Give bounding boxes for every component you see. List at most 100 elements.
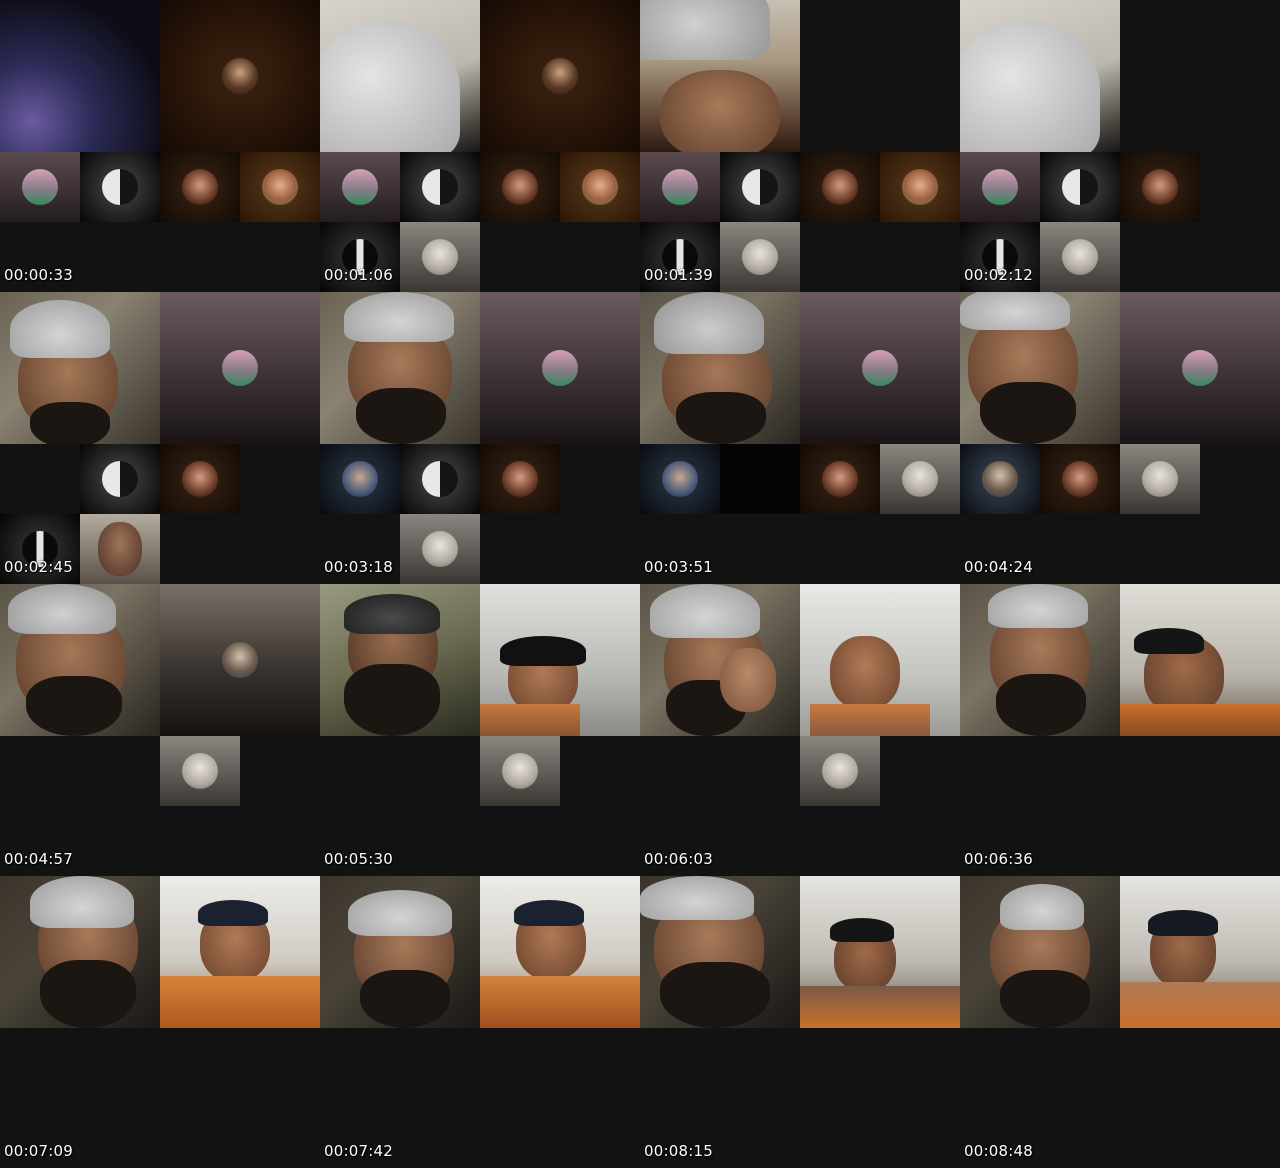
participant-tile (960, 152, 1040, 222)
frame-thumbnail[interactable]: 00:00:33 (0, 0, 320, 292)
beard (996, 674, 1086, 736)
frame-thumbnail[interactable]: 00:04:24 (960, 292, 1280, 584)
main-video-feed (960, 584, 1120, 736)
participant-tile (720, 444, 800, 514)
main-video-feed (320, 292, 480, 444)
gray-cap (640, 876, 754, 920)
participant-video-tile (480, 292, 640, 444)
beard (30, 402, 110, 444)
beard (356, 388, 446, 444)
frame-thumbnail[interactable]: 00:01:39 (640, 0, 960, 292)
frame-thumbnail[interactable]: 00:04:57 (0, 584, 320, 876)
frame-thumbnail[interactable]: 00:01:06 (320, 0, 640, 292)
participant-avatar (902, 169, 938, 205)
participant-avatar (222, 58, 258, 94)
frame-timestamp: 00:04:24 (964, 558, 1033, 576)
frame-timestamp: 00:06:36 (964, 850, 1033, 868)
main-video-feed (0, 0, 160, 152)
video-contact-sheet: 00:00:33 00:01:06 00:01:39 00:02:12 00:0… (0, 0, 1280, 1168)
participant-video-small (80, 514, 160, 584)
shirt (480, 976, 640, 1028)
participant-tile (1040, 444, 1120, 514)
participant-tile (800, 736, 880, 806)
frame-timestamp: 00:01:06 (324, 266, 393, 284)
shirt (1120, 704, 1280, 736)
participant-video-tile (160, 0, 320, 152)
frame-thumbnail[interactable]: 00:08:15 (640, 876, 960, 1168)
participant-video-tile (800, 0, 960, 152)
participant-avatar (742, 239, 778, 275)
participant-video-tile (480, 0, 640, 152)
gray-cap (960, 292, 1070, 330)
participant-avatar (422, 169, 458, 205)
main-video-feed (320, 0, 480, 152)
participant-tile (80, 152, 160, 222)
frame-thumbnail[interactable]: 00:02:45 (0, 292, 320, 584)
frame-thumbnail[interactable]: 00:06:03 (640, 584, 960, 876)
participant-tile (640, 444, 720, 514)
main-video-feed (960, 876, 1120, 1028)
main-video-feed (0, 292, 160, 444)
main-video-feed (0, 876, 160, 1028)
frame-timestamp: 00:08:15 (644, 1142, 713, 1160)
frame-timestamp: 00:08:48 (964, 1142, 1033, 1160)
participant-avatar (502, 461, 538, 497)
participant-avatar (222, 350, 258, 386)
beard (360, 970, 450, 1028)
frame-thumbnail[interactable]: 00:08:48 (960, 876, 1280, 1168)
participant-avatar (1062, 461, 1098, 497)
gray-cap (1000, 884, 1084, 930)
gray-cap (348, 890, 452, 936)
participant-avatar (182, 461, 218, 497)
participant-avatar (542, 58, 578, 94)
participant-tile (960, 444, 1040, 514)
participant-avatar (262, 169, 298, 205)
beard (344, 664, 440, 736)
participant-avatar (822, 169, 858, 205)
dark-cap (514, 900, 584, 926)
participant-video-tile (1120, 876, 1280, 1028)
frame-thumbnail[interactable]: 00:03:18 (320, 292, 640, 584)
gray-cap (654, 292, 764, 354)
participant-video-tile (800, 292, 960, 444)
participant-video-tile (480, 584, 640, 736)
frame-timestamp: 00:02:12 (964, 266, 1033, 284)
participant-tile (800, 444, 880, 514)
participant-avatar (1182, 350, 1218, 386)
participant-avatar (662, 169, 698, 205)
participant-avatar (1142, 461, 1178, 497)
participant-tile (480, 152, 560, 222)
gray-cap (30, 876, 134, 928)
gray-cap (320, 20, 460, 152)
participant-tile (400, 152, 480, 222)
frame-timestamp: 00:07:42 (324, 1142, 393, 1160)
participant-tile (480, 444, 560, 514)
participant-tile (1120, 444, 1200, 514)
participant-tile (720, 152, 800, 222)
face (98, 522, 142, 576)
frame-thumbnail[interactable]: 00:03:51 (640, 292, 960, 584)
participant-tile (160, 736, 240, 806)
participant-video-tile (800, 876, 960, 1028)
main-video-feed (640, 876, 800, 1028)
participant-video-tile (1120, 0, 1280, 152)
participant-tile (400, 222, 480, 292)
frame-thumbnail[interactable]: 00:07:42 (320, 876, 640, 1168)
participant-video-tile (1120, 584, 1280, 736)
participant-avatar (662, 461, 698, 497)
participant-avatar (822, 461, 858, 497)
dark-cap (500, 636, 586, 666)
participant-tile (560, 152, 640, 222)
main-video-feed (320, 584, 480, 736)
participant-avatar (502, 169, 538, 205)
frame-thumbnail[interactable]: 00:05:30 (320, 584, 640, 876)
face (830, 636, 900, 710)
frame-thumbnail[interactable]: 00:06:36 (960, 584, 1280, 876)
frame-thumbnail[interactable]: 00:07:09 (0, 876, 320, 1168)
participant-tile (1120, 152, 1200, 222)
participant-avatar (582, 169, 618, 205)
participant-video-tile (1120, 292, 1280, 444)
main-video-feed (320, 876, 480, 1028)
frame-thumbnail[interactable]: 00:02:12 (960, 0, 1280, 292)
main-video-feed (960, 0, 1120, 152)
